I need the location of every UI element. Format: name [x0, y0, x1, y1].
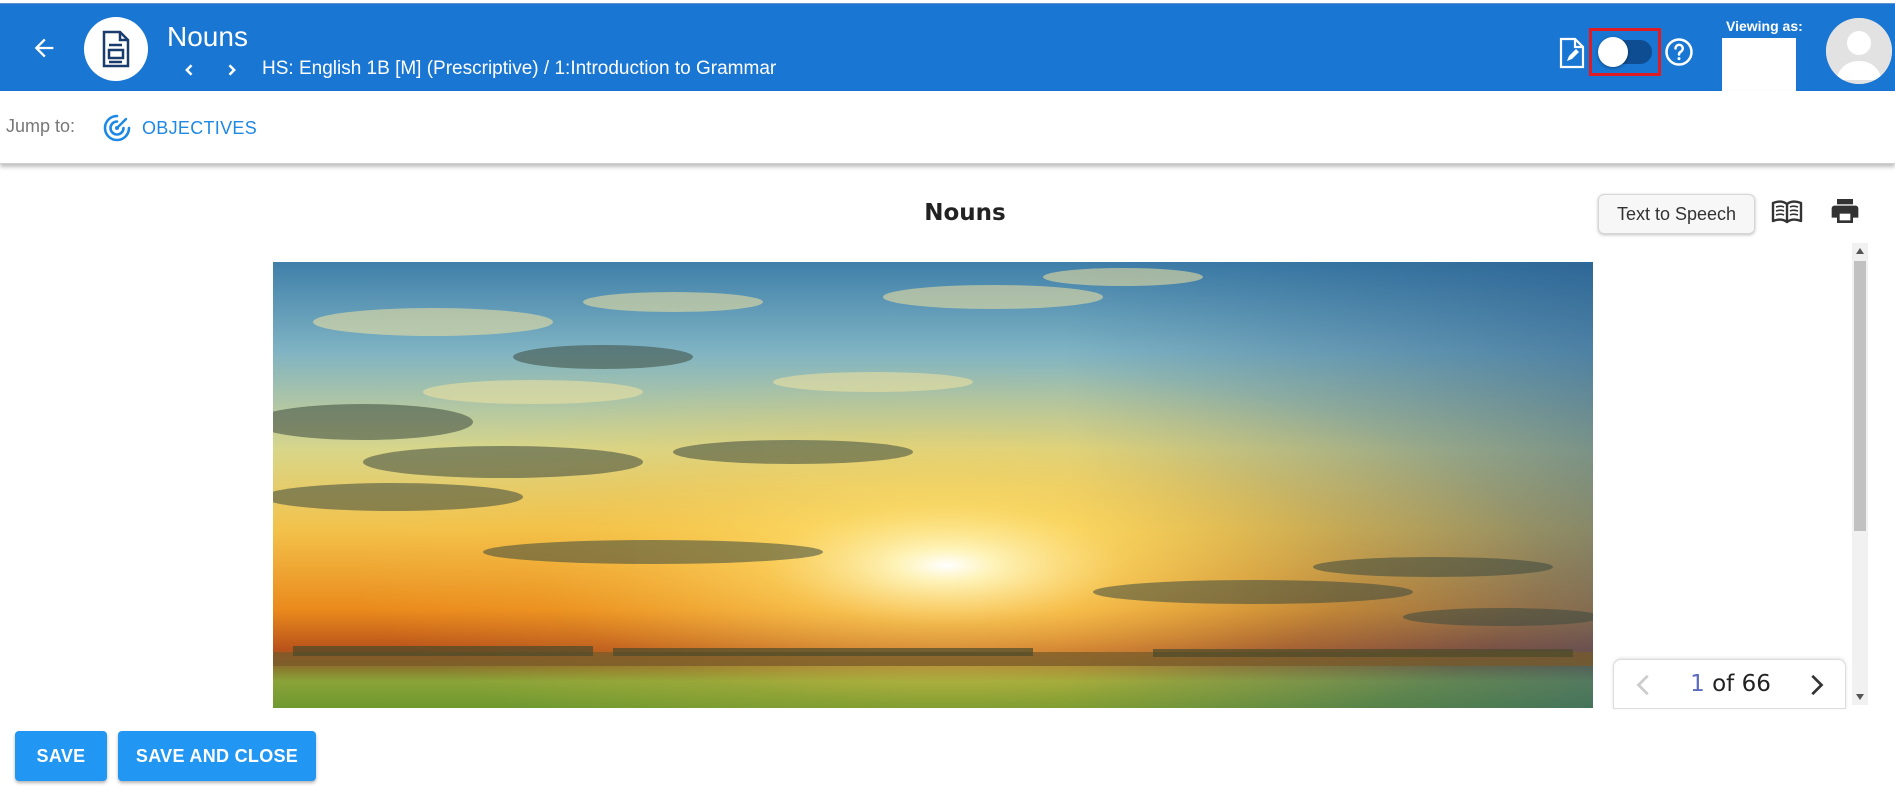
objectives-link[interactable]: OBJECTIVES	[102, 111, 257, 145]
chevron-right-icon	[228, 64, 236, 76]
jump-to-label: Jump to:	[6, 116, 76, 136]
print-button[interactable]	[1829, 195, 1861, 227]
viewing-as-label: Viewing as:	[1726, 18, 1803, 34]
next-page-button[interactable]	[1802, 672, 1828, 698]
page-navigator: 1 of 66	[1613, 659, 1846, 709]
previous-lesson-button[interactable]	[175, 56, 203, 84]
objectives-label: OBJECTIVES	[142, 117, 258, 138]
sunset-landscape-image	[273, 262, 1593, 708]
toggle-knob	[1598, 37, 1628, 67]
edit-document-icon	[1559, 37, 1585, 69]
printer-icon	[1831, 199, 1859, 223]
chevron-right-icon	[1811, 674, 1824, 696]
arrow-left-icon	[34, 38, 54, 58]
page-total: of 66	[1712, 671, 1771, 697]
lesson-logo	[84, 17, 148, 81]
current-page: 1	[1690, 671, 1705, 697]
avatar[interactable]	[1826, 18, 1892, 84]
save-and-close-button[interactable]: SAVE AND CLOSE	[118, 731, 316, 781]
save-button[interactable]: SAVE	[15, 731, 107, 781]
avatar-icon	[1826, 18, 1892, 84]
next-lesson-button[interactable]	[218, 56, 246, 84]
scroll-up-button[interactable]	[1852, 243, 1868, 259]
triangle-down-icon	[1856, 694, 1864, 700]
page-title: Nouns	[167, 21, 248, 52]
top-header: Nouns HS: English 1B [M] (Prescriptive) …	[0, 3, 1895, 92]
reader-view-button[interactable]	[1771, 198, 1803, 226]
edit-document-button[interactable]	[1558, 37, 1586, 69]
back-button[interactable]	[24, 28, 64, 68]
book-open-icon	[1771, 200, 1803, 224]
breadcrumb[interactable]: HS: English 1B [M] (Prescriptive) / 1:In…	[262, 57, 776, 81]
viewing-as-selector[interactable]	[1722, 38, 1796, 92]
chevron-left-icon	[185, 64, 193, 76]
help-circle-icon	[1665, 38, 1693, 66]
scroll-thumb[interactable]	[1854, 261, 1866, 531]
toggle-highlight-box	[1589, 28, 1661, 76]
help-button[interactable]	[1664, 37, 1694, 67]
scroll-down-button[interactable]	[1852, 689, 1868, 705]
document-icon	[102, 30, 130, 68]
text-to-speech-button[interactable]: Text to Speech	[1598, 194, 1755, 234]
mode-toggle[interactable]	[1598, 37, 1652, 67]
jump-to-bar: Jump to: OBJECTIVES	[0, 91, 1895, 164]
target-icon	[103, 114, 131, 142]
content-scrollbar[interactable]	[1852, 243, 1868, 705]
triangle-up-icon	[1856, 248, 1864, 254]
